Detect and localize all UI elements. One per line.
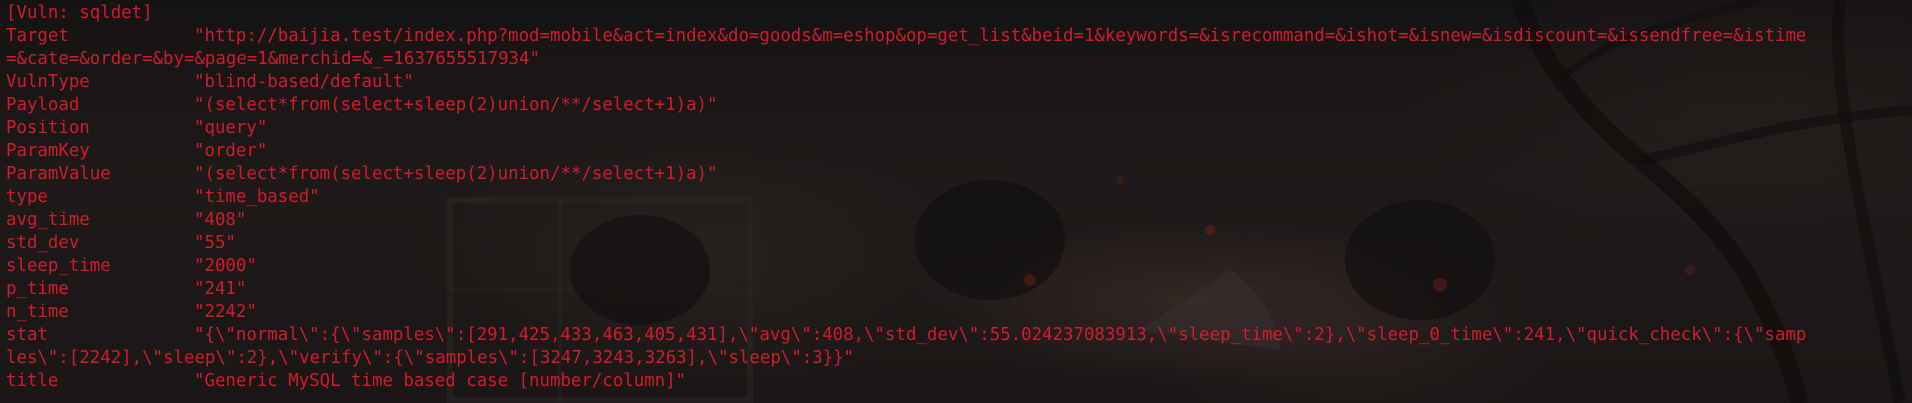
field-value: =&cate=&order=&by=&page=1&merchid=&_=163… (6, 49, 540, 69)
field-key: std_dev (6, 233, 80, 253)
field-key: sleep_time (6, 256, 111, 276)
result-row-payload: Payload "(select*from(select+sleep(2)unio… (6, 94, 1908, 117)
vuln-header-text: [Vuln: sqldet] (6, 3, 153, 23)
field-key: Position (6, 118, 90, 138)
result-row-continuation: =&cate=&order=&by=&page=1&merchid=&_=163… (6, 48, 1908, 71)
result-row-avg-time: avg_time "408" (6, 209, 1908, 232)
result-row-std-dev: std_dev "55" (6, 232, 1908, 255)
field-key: avg_time (6, 210, 90, 230)
field-value: "2000" (194, 256, 257, 276)
field-key: ParamKey (6, 141, 90, 161)
result-row-target: Target "http://baijia.test/index.php?mod=… (6, 25, 1908, 48)
result-row-type: type "time_based" (6, 186, 1908, 209)
result-row-p-time: p_time "241" (6, 278, 1908, 301)
result-row-title: title "Generic MySQL time based case [num… (6, 370, 1908, 393)
field-value: "(select*from(select+sleep(2)union/**/se… (194, 95, 718, 115)
field-value: "order" (194, 141, 268, 161)
result-row-vulntype: VulnType "blind-based/default" (6, 71, 1908, 94)
command-output: [Vuln: sqldet] Target "http://baijia.test… (6, 2, 1908, 393)
terminal-window[interactable]: [Vuln: sqldet] Target "http://baijia.test… (0, 0, 1912, 403)
field-value: "(select*from(select+sleep(2)union/**/se… (194, 164, 718, 184)
field-value: "query" (194, 118, 268, 138)
field-value: "55" (194, 233, 236, 253)
field-key: n_time (6, 302, 69, 322)
result-row-sleep-time: sleep_time "2000" (6, 255, 1908, 278)
result-row-paramvalue: ParamValue "(select*from(select+sleep(2)u… (6, 163, 1908, 186)
field-value: "{\"normal\":{\"samples\":[291,425,433,4… (194, 325, 1807, 345)
vuln-header: [Vuln: sqldet] (6, 2, 1908, 25)
field-value: "blind-based/default" (194, 72, 414, 92)
field-value: "2242" (194, 302, 257, 322)
result-rows: Target "http://baijia.test/index.php?mod=… (6, 25, 1908, 393)
field-value: "241" (194, 279, 247, 299)
result-row-paramkey: ParamKey "order" (6, 140, 1908, 163)
result-row-position: Position "query" (6, 117, 1908, 140)
field-key: stat (6, 325, 48, 345)
result-row-n-time: n_time "2242" (6, 301, 1908, 324)
field-value: "time_based" (194, 187, 320, 207)
result-row-continuation: les\":[2242],\"sleep\":2},\"verify\":{\"… (6, 347, 1908, 370)
field-key: VulnType (6, 72, 90, 92)
field-key: Payload (6, 95, 80, 115)
field-value: "Generic MySQL time based case [number/c… (194, 371, 687, 391)
field-key: p_time (6, 279, 69, 299)
field-value: "408" (194, 210, 247, 230)
result-row-stat: stat "{\"normal\":{\"samples\":[291,425,4… (6, 324, 1908, 347)
field-key: type (6, 187, 48, 207)
field-value: les\":[2242],\"sleep\":2},\"verify\":{\"… (6, 348, 855, 368)
field-key: Target (6, 26, 69, 46)
field-key: ParamValue (6, 164, 111, 184)
field-value: "http://baijia.test/index.php?mod=mobile… (194, 26, 1807, 46)
field-key: title (6, 371, 59, 391)
